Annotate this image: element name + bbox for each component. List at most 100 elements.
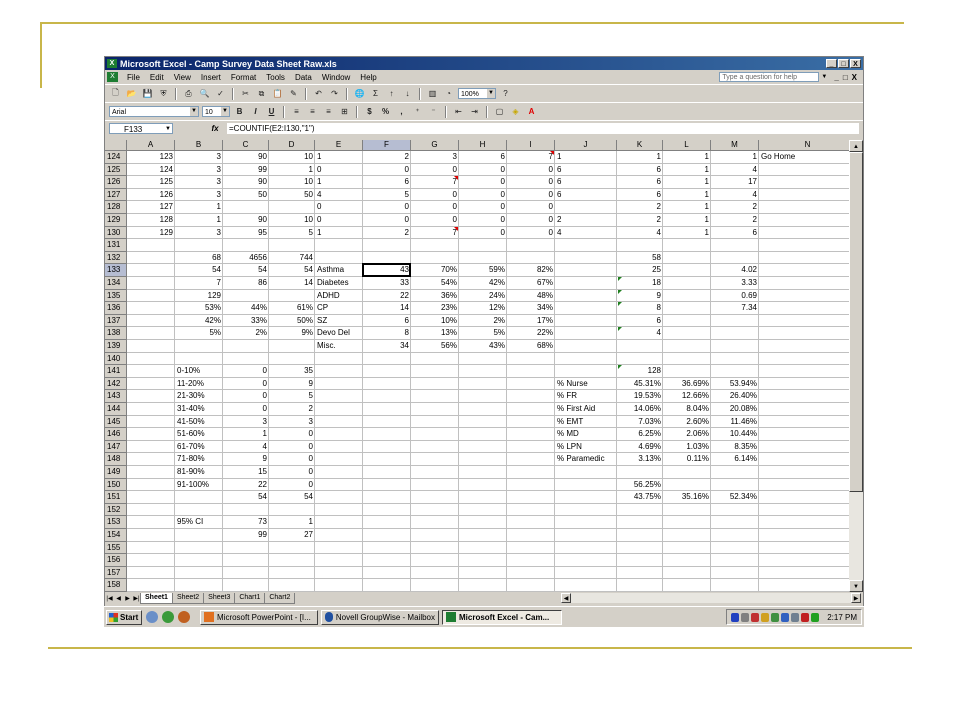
cell-m126[interactable]: 17 <box>711 176 759 189</box>
browser-icon[interactable] <box>162 611 174 623</box>
cell-a127[interactable]: 126 <box>127 189 175 202</box>
cell-k143[interactable]: 19.53% <box>617 390 663 403</box>
row-header[interactable]: 142 <box>105 377 127 391</box>
row-header[interactable]: 147 <box>105 440 127 454</box>
size-dropdown-icon[interactable]: ▼ <box>221 107 229 116</box>
cell-g137[interactable]: 10% <box>411 315 459 328</box>
cell-h126[interactable]: 0 <box>459 176 507 189</box>
row-header[interactable]: 157 <box>105 566 127 580</box>
cell-m133[interactable]: 4.02 <box>711 264 759 277</box>
cell-d129[interactable]: 10 <box>269 214 315 227</box>
cell-g138[interactable]: 13% <box>411 327 459 340</box>
row-header[interactable]: 137 <box>105 314 127 328</box>
cell-h134[interactable]: 42% <box>459 277 507 290</box>
minimize-button[interactable]: _ <box>826 59 837 68</box>
cell-d150[interactable]: 0 <box>269 479 315 492</box>
tray-app-icon[interactable] <box>771 612 780 622</box>
prev-sheet-icon[interactable]: ◀ <box>114 595 123 602</box>
row-header[interactable]: 146 <box>105 428 127 441</box>
row-header[interactable]: 138 <box>105 327 127 340</box>
horizontal-scrollbar[interactable]: ◀ ▶ <box>561 593 861 603</box>
cell-l126[interactable]: 1 <box>663 176 711 189</box>
menu-window[interactable]: Window <box>317 73 355 82</box>
quicklaunch-icon[interactable] <box>146 611 158 623</box>
cell-k141[interactable]: 128 <box>617 365 663 378</box>
column-header-n[interactable]: N <box>759 140 849 151</box>
open-icon[interactable]: 📂 <box>125 87 138 100</box>
select-all-corner[interactable] <box>105 140 127 151</box>
row-header[interactable]: 125 <box>105 163 127 177</box>
cell-i137[interactable]: 17% <box>507 315 555 328</box>
help-icon[interactable]: ? <box>499 87 512 100</box>
cell-l146[interactable]: 2.06% <box>663 428 711 441</box>
row-header[interactable]: 158 <box>105 579 127 592</box>
cell-m145[interactable]: 11.46% <box>711 416 759 429</box>
cell-j124[interactable]: 1 <box>555 151 617 164</box>
cell-i136[interactable]: 34% <box>507 302 555 315</box>
cell-b145[interactable]: 41-50% <box>175 416 223 429</box>
name-box-dropdown-icon[interactable]: ▼ <box>165 124 171 135</box>
tray-network-icon[interactable] <box>741 612 750 622</box>
cell-m144[interactable]: 20.08% <box>711 403 759 416</box>
copy-icon[interactable]: ⧉ <box>255 87 268 100</box>
menu-edit[interactable]: Edit <box>145 73 169 82</box>
cell-k129[interactable]: 2 <box>617 214 663 227</box>
cell-h139[interactable]: 43% <box>459 340 507 353</box>
cell-m129[interactable]: 2 <box>711 214 759 227</box>
scroll-left-icon[interactable]: ◀ <box>561 593 571 603</box>
cell-l151[interactable]: 35.16% <box>663 491 711 504</box>
cell-l129[interactable]: 1 <box>663 214 711 227</box>
cell-m128[interactable]: 2 <box>711 201 759 214</box>
row-header[interactable]: 155 <box>105 541 127 555</box>
cell-f128[interactable]: 0 <box>363 201 411 214</box>
cell-i133[interactable]: 82% <box>507 264 555 277</box>
font-dropdown-icon[interactable]: ▼ <box>190 107 198 116</box>
cell-b150[interactable]: 91-100% <box>175 479 223 492</box>
doc-minimize-button[interactable]: _ <box>834 73 838 82</box>
cell-l144[interactable]: 8.04% <box>663 403 711 416</box>
cell-n124[interactable]: Go Home <box>759 151 849 164</box>
cell-k144[interactable]: 14.06% <box>617 403 663 416</box>
cell-m136[interactable]: 7.34 <box>711 302 759 315</box>
column-header-a[interactable]: A <box>127 140 175 151</box>
cell-k138[interactable]: 4 <box>617 327 663 340</box>
cell-m125[interactable]: 4 <box>711 164 759 177</box>
increase-decimal-icon[interactable]: ⁺ <box>411 105 424 118</box>
cell-f136[interactable]: 14 <box>363 302 411 315</box>
row-header[interactable]: 152 <box>105 503 127 517</box>
cell-m147[interactable]: 8.35% <box>711 441 759 454</box>
cell-e134[interactable]: Diabetes <box>315 277 363 290</box>
tray-security-icon[interactable] <box>781 612 790 622</box>
cell-d142[interactable]: 9 <box>269 378 315 391</box>
error-indicator[interactable] <box>618 277 622 281</box>
cell-k132[interactable]: 58 <box>617 252 663 265</box>
cell-a129[interactable]: 128 <box>127 214 175 227</box>
cell-j145[interactable]: % EMT <box>555 416 617 429</box>
borders-icon[interactable]: ▢ <box>493 105 506 118</box>
currency-button[interactable]: $ <box>363 105 376 118</box>
column-header-j[interactable]: J <box>555 140 617 151</box>
row-header[interactable]: 141 <box>105 365 127 378</box>
menu-file[interactable]: File <box>122 73 145 82</box>
row-header[interactable]: 148 <box>105 453 127 466</box>
cell-i129[interactable]: 0 <box>507 214 555 227</box>
cell-c132[interactable]: 4656 <box>223 252 269 265</box>
tray-shield-icon[interactable] <box>731 612 740 622</box>
close-button[interactable]: X <box>850 59 861 68</box>
cell-m127[interactable]: 4 <box>711 189 759 202</box>
cell-g130[interactable]: 7 <box>411 227 459 240</box>
cell-k145[interactable]: 7.03% <box>617 416 663 429</box>
new-icon[interactable]: 🗋 <box>109 87 122 100</box>
cell-m142[interactable]: 53.94% <box>711 378 759 391</box>
cell-g125[interactable]: 0 <box>411 164 459 177</box>
task-excel[interactable]: Microsoft Excel - Cam... <box>442 609 562 625</box>
cell-k124[interactable]: 1 <box>617 151 663 164</box>
tray-signal-icon[interactable] <box>811 612 820 622</box>
cell-d134[interactable]: 14 <box>269 277 315 290</box>
decrease-decimal-icon[interactable]: ⁻ <box>427 105 440 118</box>
cell-i134[interactable]: 67% <box>507 277 555 290</box>
cell-a125[interactable]: 124 <box>127 164 175 177</box>
cell-k125[interactable]: 6 <box>617 164 663 177</box>
cell-b128[interactable]: 1 <box>175 201 223 214</box>
scroll-thumb[interactable] <box>849 152 863 492</box>
